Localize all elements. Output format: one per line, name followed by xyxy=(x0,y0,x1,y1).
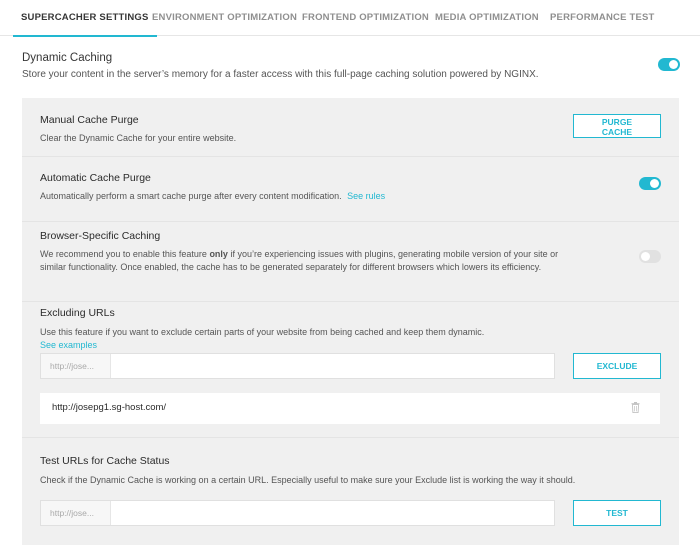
test-url-field[interactable] xyxy=(111,501,554,525)
purge-cache-button-line1: PURGE xyxy=(601,116,633,127)
auto-purge-toggle[interactable] xyxy=(639,177,661,190)
test-url-input: http://jose... xyxy=(40,500,555,526)
browser-caching-title: Browser-Specific Caching xyxy=(40,230,161,242)
browser-caching-description: We recommend you to enable this feature … xyxy=(40,248,560,274)
auto-purge-description-wrap: Automatically perform a smart cache purg… xyxy=(40,190,385,203)
settings-panel: Manual Cache Purge Clear the Dynamic Cac… xyxy=(22,98,679,545)
see-rules-link[interactable]: See rules xyxy=(347,191,385,201)
auto-purge-title: Automatic Cache Purge xyxy=(40,172,151,184)
exclude-button[interactable]: EXCLUDE xyxy=(573,353,661,379)
test-button[interactable]: TEST xyxy=(573,500,661,526)
browser-caching-desc-before: We recommend you to enable this feature xyxy=(40,249,210,259)
manual-purge-section: Manual Cache Purge Clear the Dynamic Cac… xyxy=(22,98,679,157)
trash-icon[interactable] xyxy=(631,402,640,413)
dynamic-caching-toggle[interactable] xyxy=(658,58,680,71)
exclude-url-field[interactable] xyxy=(111,354,554,378)
dynamic-caching-title: Dynamic Caching xyxy=(22,52,113,64)
auto-purge-section: Automatic Cache Purge Automatically perf… xyxy=(22,157,679,222)
excluding-urls-description: Use this feature if you want to exclude … xyxy=(40,327,485,337)
purge-cache-button-line2: CACHE xyxy=(601,126,633,137)
test-urls-description: Check if the Dynamic Cache is working on… xyxy=(40,475,576,485)
purge-cache-button[interactable]: PURGE CACHE xyxy=(573,114,661,138)
exclude-url-prefix: http://jose... xyxy=(41,354,111,378)
test-urls-title: Test URLs for Cache Status xyxy=(40,455,170,467)
auto-purge-description: Automatically perform a smart cache purg… xyxy=(40,191,342,201)
tab-media-optimization[interactable]: MEDIA OPTIMIZATION xyxy=(435,0,539,36)
tab-environment-optimization[interactable]: ENVIRONMENT OPTIMIZATION xyxy=(152,0,297,36)
test-url-prefix: http://jose... xyxy=(41,501,111,525)
excluding-urls-title: Excluding URLs xyxy=(40,307,115,319)
see-examples-link[interactable]: See examples xyxy=(40,339,97,352)
browser-caching-section: Browser-Specific Caching We recommend yo… xyxy=(22,222,679,302)
tab-supercacher-settings[interactable]: SUPERCACHER SETTINGS xyxy=(13,0,157,37)
tab-frontend-optimization[interactable]: FRONTEND OPTIMIZATION xyxy=(302,0,429,36)
manual-purge-title: Manual Cache Purge xyxy=(40,114,139,126)
excluded-url-text: http://josepg1.sg-host.com/ xyxy=(52,402,167,413)
dynamic-caching-description: Store your content in the server’s memor… xyxy=(22,69,539,80)
manual-purge-description: Clear the Dynamic Cache for your entire … xyxy=(40,133,237,143)
tab-bar: SUPERCACHER SETTINGS ENVIRONMENT OPTIMIZ… xyxy=(0,0,700,37)
browser-caching-toggle[interactable] xyxy=(639,250,661,263)
tab-performance-test[interactable]: PERFORMANCE TEST xyxy=(550,0,655,36)
browser-caching-desc-bold: only xyxy=(209,249,228,259)
exclude-url-input: http://jose... xyxy=(40,353,555,379)
excluded-url-row: http://josepg1.sg-host.com/ xyxy=(40,393,660,424)
